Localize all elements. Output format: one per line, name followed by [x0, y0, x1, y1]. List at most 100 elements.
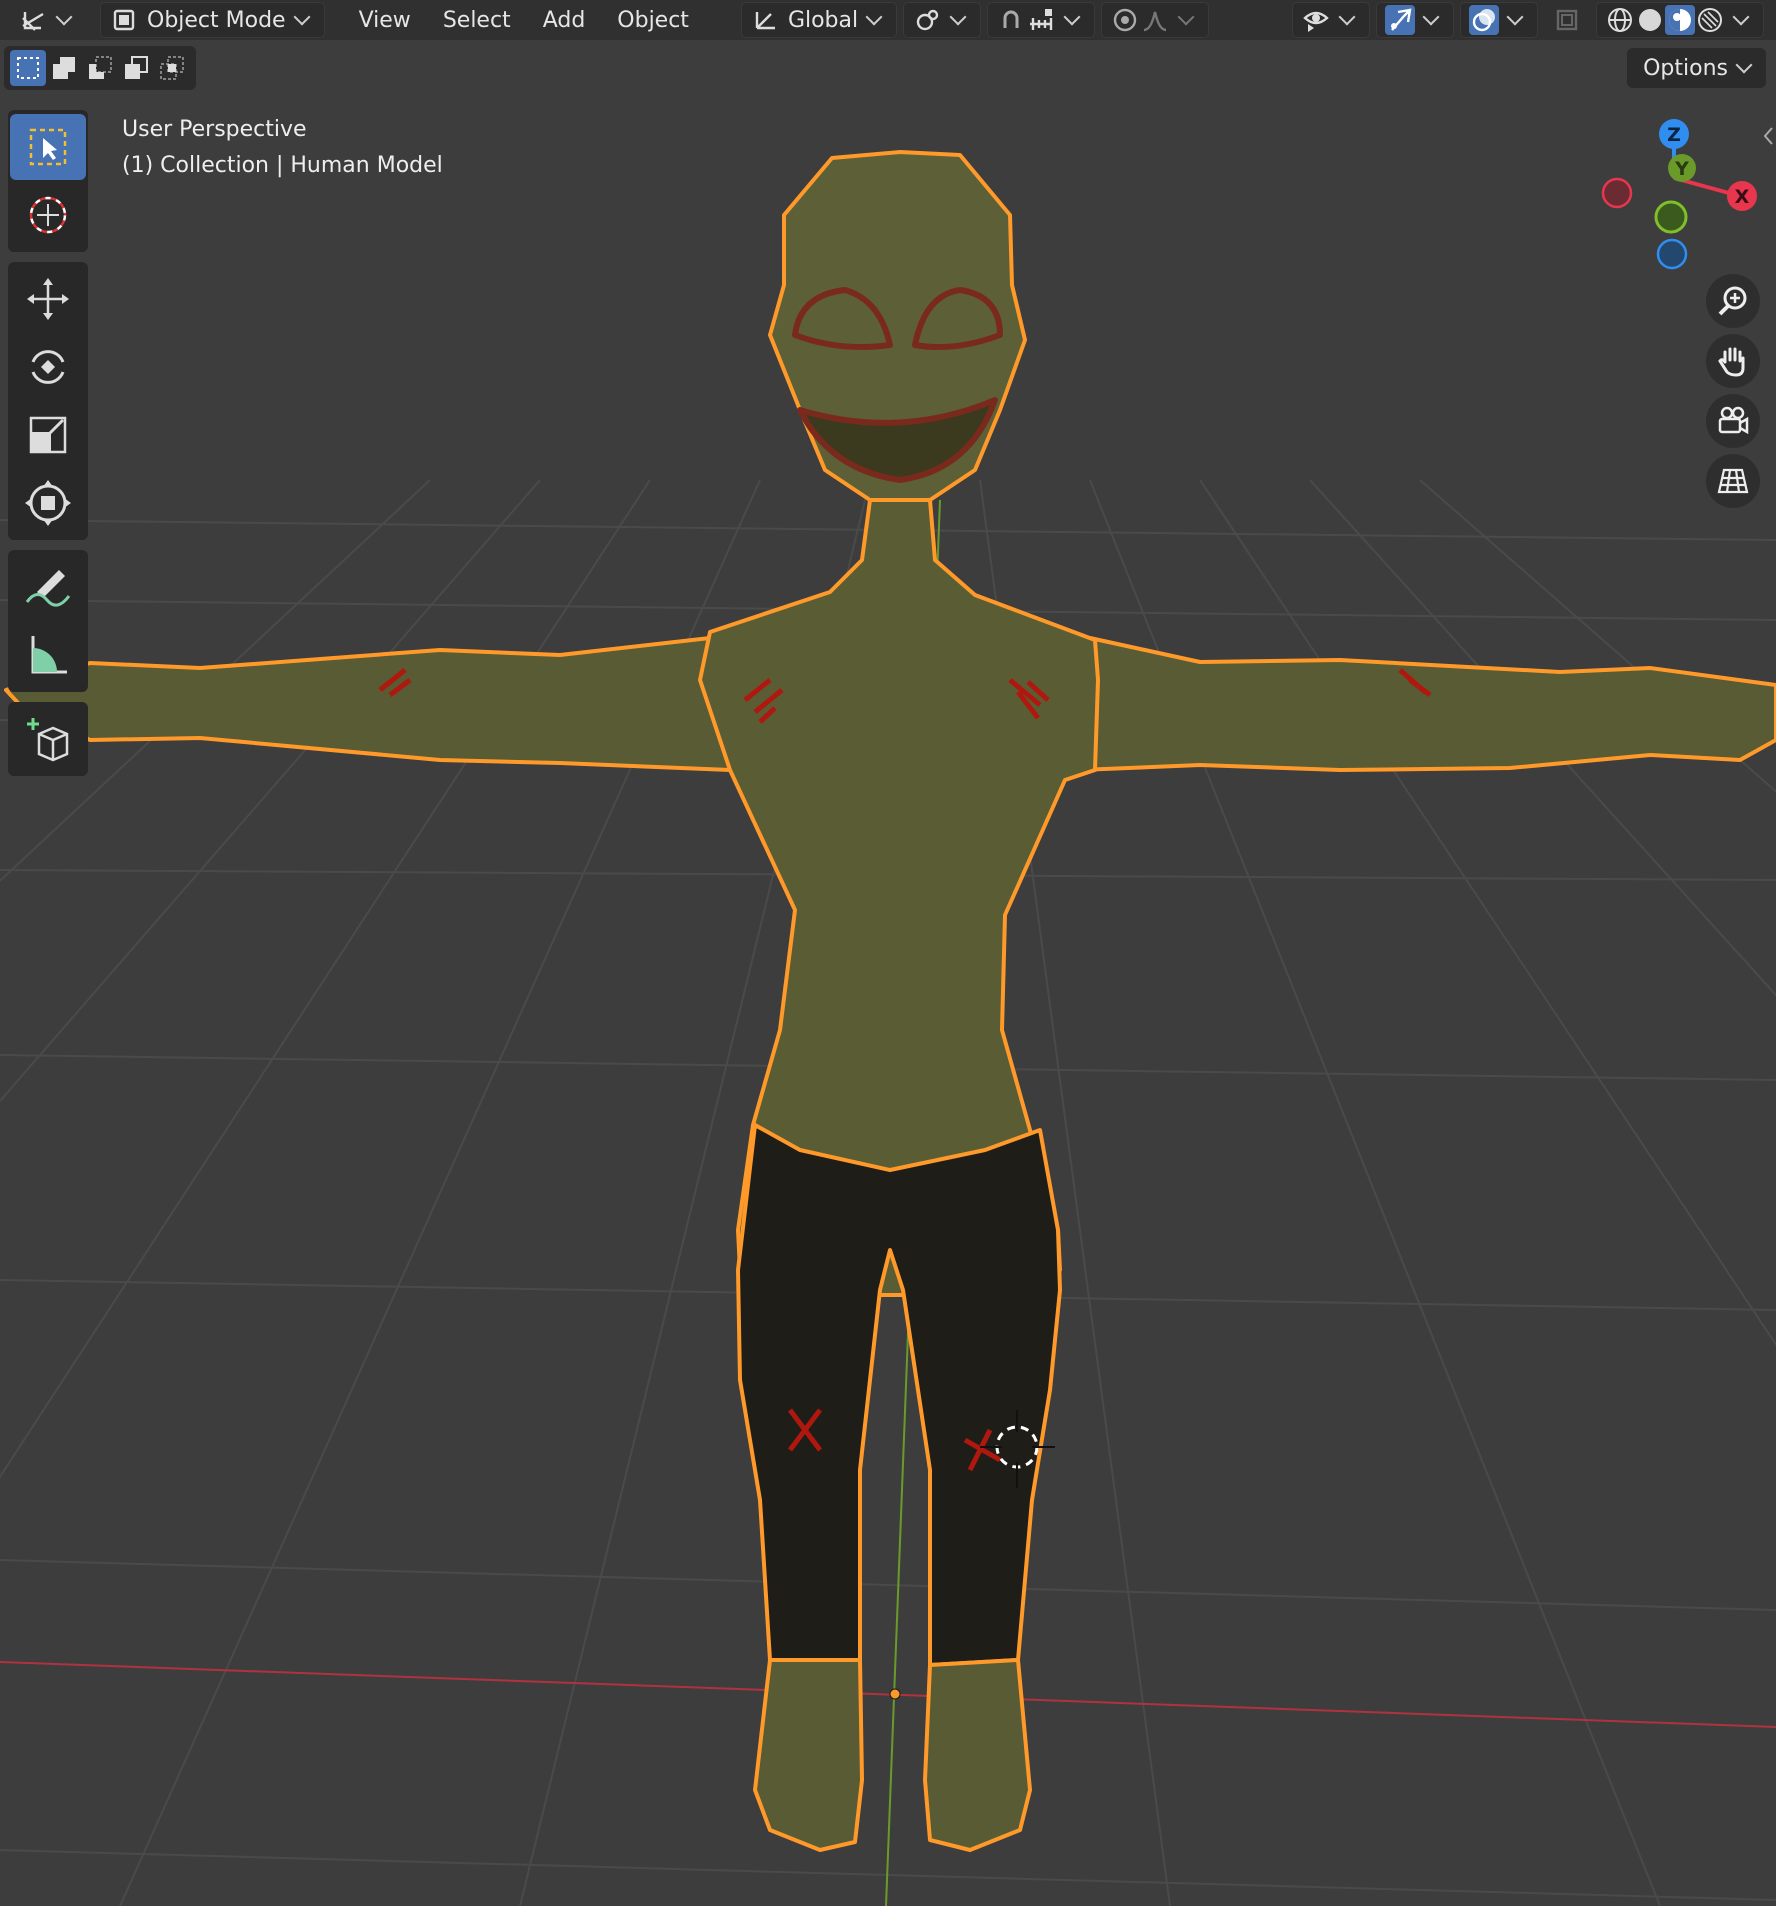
xray-toggle[interactable] — [1544, 3, 1590, 37]
solid-shading-icon[interactable] — [1635, 5, 1665, 35]
gizmo-neg-y[interactable] — [1654, 200, 1688, 234]
transform-orientation-dropdown[interactable]: Global — [740, 2, 898, 38]
falloff-icon[interactable] — [1140, 5, 1170, 35]
chevron-down-icon — [949, 8, 967, 26]
mode-dropdown[interactable]: Object Mode — [100, 2, 325, 38]
pan-hand-icon — [1718, 347, 1745, 377]
transform-orientation-label: Global — [787, 7, 859, 33]
select-box-tool[interactable] — [10, 114, 86, 180]
menu-object[interactable]: Object — [601, 2, 705, 38]
options-dropdown[interactable]: Options — [1627, 48, 1766, 88]
pivot-icon — [912, 5, 942, 35]
chevron-down-icon — [865, 8, 883, 26]
proportional-edit-icon[interactable] — [1110, 5, 1140, 35]
transform-orientation-icon — [750, 5, 780, 35]
zoom-button[interactable] — [1706, 274, 1760, 328]
add-cube-icon — [27, 718, 69, 762]
3d-viewport[interactable] — [0, 0, 1776, 1906]
xray-icon — [1552, 5, 1582, 35]
mode-label: Object Mode — [147, 7, 286, 33]
proportional-edit-group[interactable] — [1101, 2, 1210, 38]
gizmo-toggle[interactable] — [1376, 2, 1454, 38]
gizmo-z-label: Z — [1667, 124, 1681, 146]
visibility-dropdown[interactable] — [1292, 2, 1370, 38]
snap-group[interactable] — [987, 2, 1096, 38]
tool-group-transform — [8, 262, 88, 540]
chevron-down-icon — [293, 8, 311, 26]
annotate-tool[interactable] — [10, 554, 86, 620]
annotate-icon — [25, 570, 71, 607]
tool-group-annotate — [8, 550, 88, 692]
chevron-down-icon — [1735, 56, 1753, 74]
chevron-down-icon — [1177, 8, 1195, 26]
chevron-down-icon — [1338, 8, 1356, 26]
chevron-down-icon — [55, 8, 73, 26]
tool-shelf — [8, 110, 88, 786]
select-extend-button[interactable] — [46, 50, 82, 86]
measure-tool[interactable] — [10, 622, 86, 688]
snap-increment-icon[interactable] — [1026, 5, 1056, 35]
options-label: Options — [1643, 55, 1728, 81]
rotate-tool[interactable] — [10, 334, 86, 400]
tool-group-add — [8, 702, 88, 776]
rendered-shading-icon[interactable] — [1695, 5, 1725, 35]
chevron-down-icon — [1732, 8, 1750, 26]
overlay-icon — [1469, 5, 1499, 35]
material-shading-icon[interactable] — [1665, 5, 1695, 35]
pan-button[interactable] — [1706, 334, 1760, 388]
gizmo-icon — [1385, 5, 1415, 35]
zoom-icon — [1718, 286, 1747, 316]
collection-info: (1) Collection | Human Model — [122, 153, 443, 178]
scale-icon — [29, 416, 67, 454]
move-icon — [27, 278, 69, 320]
transform-icon — [25, 480, 71, 526]
right-foot — [923, 1658, 1032, 1852]
scale-tool[interactable] — [10, 402, 86, 468]
overlay-toggle[interactable] — [1460, 2, 1538, 38]
gizmo-neg-z[interactable] — [1656, 238, 1688, 270]
selection-mode-group — [4, 46, 196, 90]
camera-icon — [1718, 406, 1749, 435]
select-invert-button[interactable] — [118, 50, 154, 86]
menu-select[interactable]: Select — [427, 2, 527, 38]
viewport-info: User Perspective (1) Collection | Human … — [122, 112, 443, 184]
editor-type-button[interactable] — [10, 3, 86, 37]
select-subtract-button[interactable] — [82, 50, 118, 86]
gizmo-y-label: Y — [1674, 158, 1689, 180]
tool-group-select — [8, 110, 88, 252]
cursor-icon — [29, 196, 67, 234]
wireframe-shading-icon[interactable] — [1605, 5, 1635, 35]
measure-icon — [31, 636, 67, 674]
chevron-down-icon — [1422, 8, 1440, 26]
chevron-down-icon — [1063, 8, 1081, 26]
gizmo-x-label: X — [1735, 186, 1750, 208]
pivot-dropdown[interactable] — [903, 2, 982, 38]
move-tool[interactable] — [10, 266, 86, 332]
transform-tool[interactable] — [10, 470, 86, 536]
menu-view[interactable]: View — [343, 2, 427, 38]
select-box-icon — [29, 128, 67, 166]
editor-type-icon — [18, 5, 48, 35]
visibility-icon — [1301, 5, 1331, 35]
select-new-button[interactable] — [10, 50, 46, 86]
chevron-down-icon — [1506, 8, 1524, 26]
select-intersect-button[interactable] — [154, 50, 190, 86]
grid-view-icon — [1717, 468, 1749, 494]
navigation-gizmo[interactable]: Y Z X — [1590, 118, 1760, 278]
gizmo-neg-x[interactable] — [1601, 177, 1633, 209]
cursor-tool[interactable] — [10, 182, 86, 248]
left-foot — [753, 1658, 864, 1852]
view-name: User Perspective — [122, 117, 307, 142]
toggle-perspective-button[interactable] — [1706, 454, 1760, 508]
camera-view-button[interactable] — [1706, 394, 1760, 448]
snap-icon[interactable] — [996, 5, 1026, 35]
add-cube-tool[interactable] — [10, 706, 86, 772]
tool-settings-row: Options — [0, 40, 1776, 92]
sidebar-collapse-arrow-icon[interactable] — [1762, 124, 1774, 148]
viewport-header: Object Mode View Select Add Object Globa… — [0, 0, 1776, 40]
rotate-icon — [31, 350, 65, 384]
object-origin — [889, 1688, 901, 1700]
menu-add[interactable]: Add — [527, 2, 602, 38]
shading-group[interactable] — [1596, 2, 1764, 38]
object-mode-icon — [109, 5, 139, 35]
